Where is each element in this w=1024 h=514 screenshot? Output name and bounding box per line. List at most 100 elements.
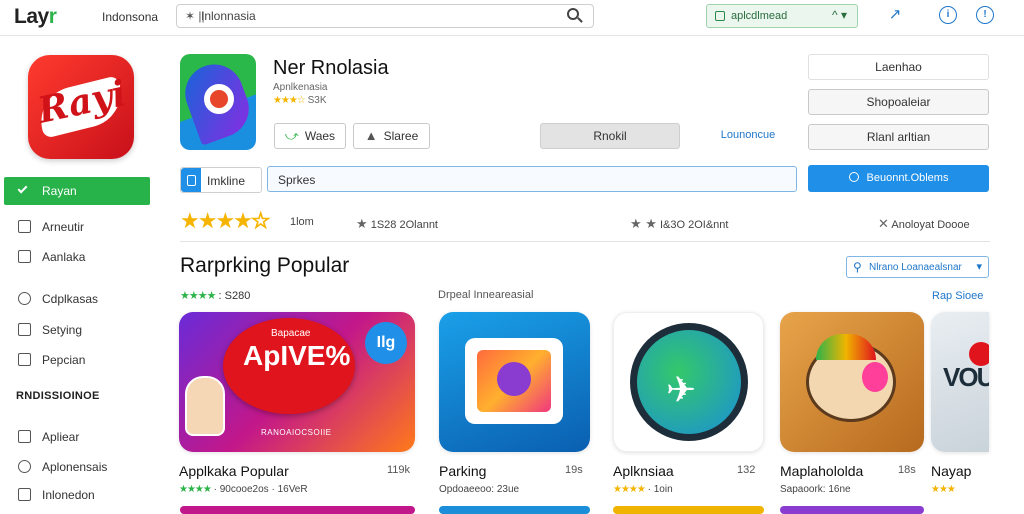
app-card[interactable]: Parking 19s Opdoaeeoo: 23ue <box>439 312 591 512</box>
sidebar-item-aplonensais[interactable]: Aplonensais <box>4 453 150 481</box>
sidebar-item-pepcian[interactable]: Pepcian <box>4 346 150 374</box>
section-subtitle: Drpeal Inneareasial <box>438 289 534 301</box>
star-icon: ★ <box>356 216 368 231</box>
query-input[interactable] <box>278 172 778 188</box>
app-card-name: Nayap <box>931 463 972 479</box>
sidebar-item-label: Inlonedon <box>42 488 95 502</box>
top-bar: Layr Indonsona ✶ || aplcdlmead ^ ▾ ↗ i ! <box>0 0 1024 36</box>
side-button-2-label: Shopoaleiar <box>866 95 931 109</box>
sidebar-item-apliear[interactable]: Apliear <box>4 423 150 451</box>
rating-count: S3K <box>307 95 327 106</box>
app-card[interactable]: ✈ Aplknsiaa 132 ★★★★ · 1oin <box>613 312 765 512</box>
sidebar-section-heading: RNDISSIOINOE <box>16 390 100 402</box>
app-card-stars: ★★★★ <box>613 484 646 495</box>
alert-icon[interactable]: ! <box>976 6 994 24</box>
sidebar-item-setying[interactable]: Setying <box>4 316 150 344</box>
filter-label: Nlrano Loanaealsnar <box>869 262 962 273</box>
app-card-meta: ★★★★ · 90cooe2os · 16VeR <box>179 484 308 495</box>
next-row-thumbnail <box>780 506 924 514</box>
app-card-size: 132 <box>737 464 756 476</box>
app-card[interactable]: VOU Nayap ★★★ <box>931 312 989 512</box>
sidebar-item-label: Pepcian <box>42 353 86 367</box>
app-card-name: Parking <box>439 463 487 479</box>
sidebar-item-cdplkasas[interactable]: Cdplkasas <box>4 285 150 313</box>
grid-icon <box>18 220 31 233</box>
compass-icon <box>18 292 31 305</box>
search-icon[interactable] <box>567 8 579 20</box>
region-label[interactable]: Indonsona <box>102 10 158 24</box>
more-link[interactable]: Lounoncue <box>690 129 806 141</box>
chevron-down-icon: ▾ <box>976 261 982 273</box>
tab-imkline[interactable]: Imkline <box>180 167 262 193</box>
share-icon[interactable]: ↗ <box>886 6 904 24</box>
stat-analytics[interactable]: ✕ Anoloyat Doooe <box>878 216 970 232</box>
app-card-meta-text: · 90cooe2os · 16VeR <box>213 484 308 495</box>
thumb-wordmark: VOU <box>943 362 989 392</box>
wave-icon: ⤻ <box>284 128 299 143</box>
stat-installs: ★ ★ I&3O 2OI&nnt <box>630 216 728 232</box>
document-icon <box>18 250 31 263</box>
app-card-meta: ★★★ <box>931 484 956 495</box>
app-card-thumbnail <box>439 312 590 452</box>
thumb-icon: ▲ <box>364 128 378 143</box>
account-caret: ^ ▾ <box>832 8 847 22</box>
sidebar-item-arneutir[interactable]: Arneutir <box>4 213 150 241</box>
app-developer[interactable]: Apnlkenasia <box>273 82 327 93</box>
app-title: Ner Rnolasia <box>273 57 389 79</box>
app-card[interactable]: Bapacae ApIVE% Ilg RANOAIOCSOIIE Applkak… <box>179 312 415 512</box>
account-selector[interactable]: aplcdlmead ^ ▾ <box>706 4 858 28</box>
query-field[interactable] <box>267 166 797 192</box>
logo-text: Lay <box>14 5 49 28</box>
install-button[interactable]: Rnokil <box>540 123 680 149</box>
info-icon[interactable]: i <box>939 6 957 24</box>
side-button-2[interactable]: Shopoaleiar <box>808 89 989 115</box>
next-row-thumbnail <box>180 506 415 514</box>
install-button-label: Rnokil <box>593 129 627 143</box>
sidebar-item-label: Arneutir <box>42 220 85 234</box>
see-all-link[interactable]: Rap Sioee <box>932 290 983 302</box>
app-card[interactable]: Maplahololda 18s Sapaoork: 16ne <box>780 312 924 512</box>
search-icon: ⚲ <box>853 260 862 274</box>
share-button-label: Slaree <box>383 129 419 143</box>
section-filter-dropdown[interactable]: ⚲ Nlrano Loanaealsnar ▾ <box>846 256 989 278</box>
section-rating-value: : S280 <box>218 290 251 302</box>
airplane-icon: ✈ <box>666 369 697 410</box>
thumb-crest <box>816 334 876 360</box>
app-card-stars: ★★★★ <box>179 484 212 495</box>
search-bar[interactable]: ✶ || <box>176 4 594 28</box>
app-card-meta-text: · 1oin <box>647 484 673 495</box>
app-card-meta: ★★★★ · 1oin <box>613 484 673 495</box>
share-button[interactable]: ▲ Slaree <box>353 123 430 149</box>
thumb-dot <box>969 342 989 366</box>
wave-button[interactable]: ⤻ Waes <box>274 123 346 149</box>
section-stars: ★★★★ <box>180 290 216 302</box>
empty-star: ☆ <box>250 208 271 234</box>
thumb-caption: Bapacae <box>271 328 311 339</box>
sidebar-item-label: Setying <box>42 323 83 337</box>
app-card-meta-text: Sapaoork: 16ne <box>780 484 851 495</box>
side-button-1[interactable]: Laenhao <box>808 54 989 80</box>
brand-logo[interactable]: Layr <box>14 5 57 29</box>
next-row-thumbnail <box>439 506 590 514</box>
search-input[interactable] <box>201 8 531 24</box>
app-rating: ★★★☆ S3K <box>273 95 327 106</box>
stat-installs-value: I&3O 2OI&nnt <box>659 219 729 231</box>
tab-label: Imkline <box>207 174 246 188</box>
app-card-thumbnail: ✈ <box>613 312 764 452</box>
app-logo[interactable]: Rayi <box>28 55 134 159</box>
sidebar-item-inlonedon[interactable]: Inlonedon <box>4 481 150 509</box>
app-card-thumbnail: VOU <box>931 312 989 452</box>
thumb-cheek <box>862 362 888 392</box>
big-rating-stars: ★★★★☆ <box>180 208 271 234</box>
stat-analytics-value: Anoloyat Doooe <box>891 219 970 231</box>
sidebar-item-rayan[interactable]: Rayan <box>4 177 150 205</box>
review-count: 1lom <box>290 216 314 228</box>
primary-action-button[interactable]: Beuonnt.Oblems <box>808 165 989 192</box>
sidebar-item-aanlaka[interactable]: Aanlaka <box>4 243 150 271</box>
side-button-3-label: Rlanl arltian <box>866 130 931 144</box>
circle-icon <box>848 172 859 182</box>
app-icon-ring <box>204 84 234 114</box>
app-card-meta: Sapaoork: 16ne <box>780 484 851 495</box>
side-button-3[interactable]: Rlanl arltian <box>808 124 989 150</box>
globe-icon <box>18 488 31 501</box>
